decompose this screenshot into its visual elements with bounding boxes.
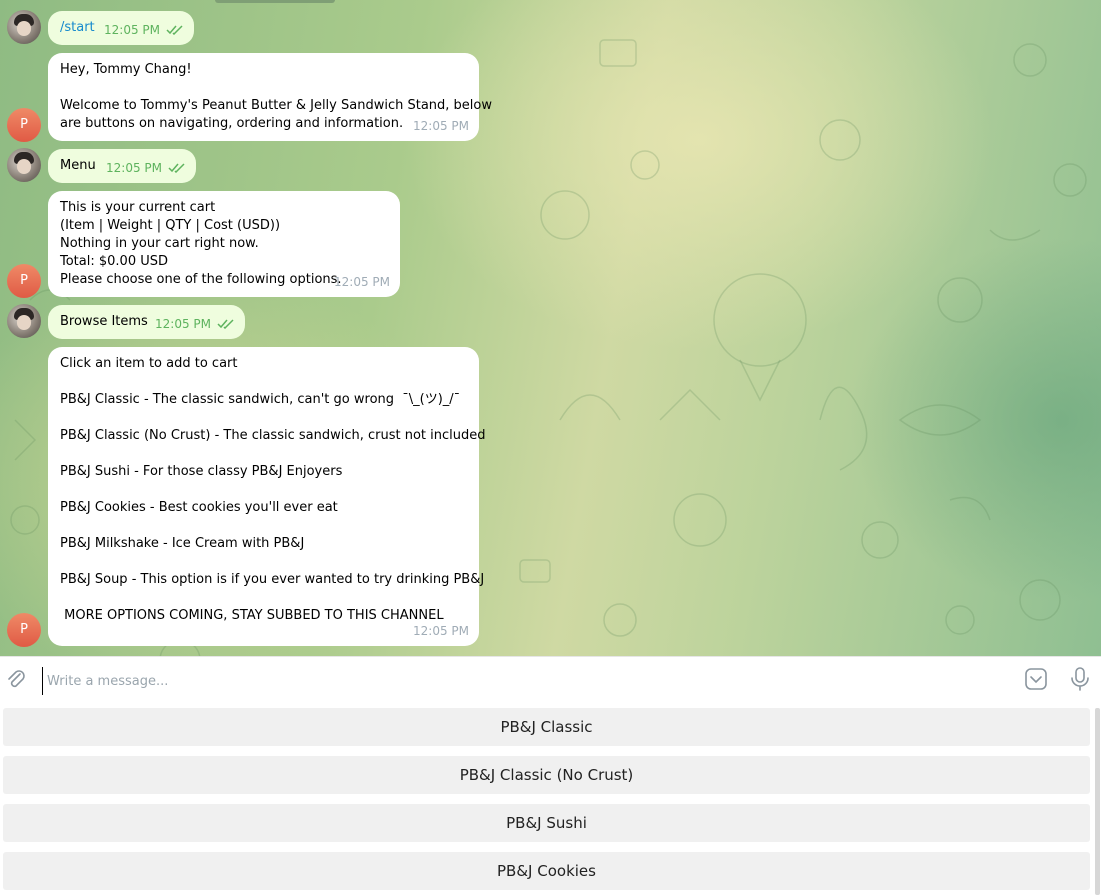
keyboard-button-pbj-classic-no-crust[interactable]: PB&J Classic (No Crust) <box>3 756 1090 794</box>
message-time: 12:05 PM <box>155 317 211 331</box>
message-bubble-incoming: Hey, Tommy Chang! Welcome to Tommy's Pea… <box>48 53 492 141</box>
double-check-icon <box>166 25 183 35</box>
message-meta: 12:05 PM <box>155 315 235 333</box>
message-bubble-outgoing: Browse Items 12:05 PM <box>48 305 245 339</box>
keyboard-button-pbj-sushi[interactable]: PB&J Sushi <box>3 804 1090 842</box>
message-meta: 12:05 PM <box>106 159 186 177</box>
bot-avatar[interactable]: P <box>7 613 41 647</box>
message-input[interactable] <box>42 667 949 695</box>
message-meta: 12:05 PM <box>413 622 469 640</box>
message-time: 12:05 PM <box>106 161 162 175</box>
message-time: 12:05 PM <box>413 624 469 638</box>
microphone-icon[interactable] <box>1069 667 1091 691</box>
double-check-icon <box>168 163 185 173</box>
message-bubble-incoming: This is your current cart (Item | Weight… <box>48 191 400 297</box>
bot-avatar[interactable]: P <box>7 108 41 142</box>
double-check-icon <box>217 319 234 329</box>
message-bubble-outgoing: /start 12:05 PM <box>48 11 194 45</box>
keyboard-button-pbj-classic[interactable]: PB&J Classic <box>3 708 1090 746</box>
user-avatar[interactable] <box>7 148 41 182</box>
message-meta: 12:05 PM <box>334 273 390 291</box>
keyboard-scrollbar[interactable] <box>1095 708 1100 895</box>
message-time: 12:05 PM <box>413 119 469 133</box>
emoji-icon[interactable] <box>1025 668 1047 690</box>
message-time: 12:05 PM <box>104 23 160 37</box>
message-text: Click an item to add to cart PB&J Classi… <box>60 356 486 623</box>
bot-avatar[interactable]: P <box>7 264 41 298</box>
paperclip-icon[interactable] <box>6 669 28 691</box>
top-strip <box>215 0 335 3</box>
user-avatar[interactable] <box>7 304 41 338</box>
reply-keyboard: PB&J Classic PB&J Classic (No Crust) PB&… <box>0 702 1101 895</box>
keyboard-button-pbj-cookies[interactable]: PB&J Cookies <box>3 852 1090 890</box>
message-bubble-outgoing: Menu 12:05 PM <box>48 149 196 183</box>
compose-bar <box>0 656 1101 702</box>
user-avatar[interactable] <box>7 10 41 44</box>
chat-area: /start 12:05 PM Hey, Tommy Chang! Welcom… <box>0 0 1101 656</box>
message-meta: 12:05 PM <box>104 21 184 39</box>
message-meta: 12:05 PM <box>413 117 469 135</box>
message-time: 12:05 PM <box>334 275 390 289</box>
message-bubble-incoming: Click an item to add to cart PB&J Classi… <box>48 347 486 646</box>
